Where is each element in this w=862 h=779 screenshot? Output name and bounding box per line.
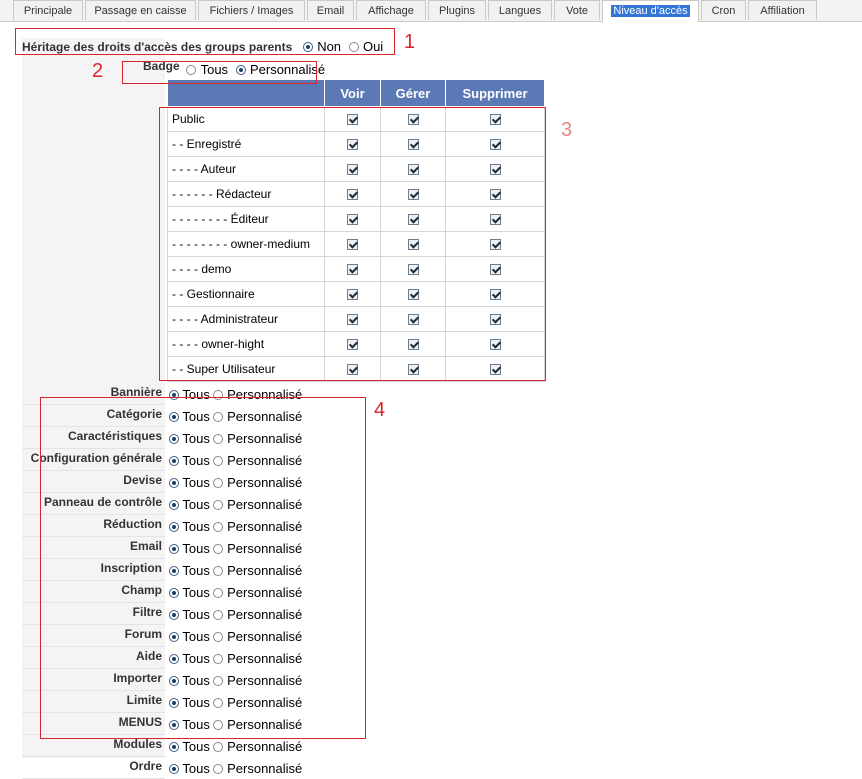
annotation-number-3: 3	[561, 119, 573, 141]
tab-principale[interactable]: Principale	[13, 0, 83, 20]
tab-affichage[interactable]: Affichage	[356, 0, 426, 20]
tab-passage-en-caisse[interactable]: Passage en caisse	[85, 0, 196, 20]
tab-fichiers-images[interactable]: Fichiers / Images	[198, 0, 305, 20]
grid-header-voir: Voir	[324, 79, 381, 107]
permission-all-label: Tous	[182, 739, 210, 754]
permission-label: Modules	[113, 737, 162, 751]
tab-label: Plugins	[438, 5, 476, 17]
tab-label: Passage en caisse	[94, 5, 187, 17]
tab-vote[interactable]: Vote	[554, 0, 600, 20]
tab-label: Email	[316, 5, 345, 17]
permission-all-radio[interactable]	[169, 764, 179, 774]
tab-langues[interactable]: Langues	[488, 0, 552, 20]
permission-all-radio[interactable]	[169, 742, 179, 752]
tab-label: Langues	[498, 5, 542, 17]
permission-custom-radio[interactable]	[213, 742, 224, 752]
grid-header-gerer: Gérer	[380, 79, 446, 107]
tab-label: Cron	[711, 5, 736, 17]
annotation-box-1	[15, 28, 395, 55]
permission-custom-radio[interactable]	[213, 764, 224, 774]
annotation-number-1: 1	[404, 31, 416, 53]
annotation-number-4: 4	[374, 399, 386, 421]
tab-email[interactable]: Email	[307, 0, 354, 20]
permission-label: Ordre	[129, 759, 162, 773]
tab-affiliation[interactable]: Affiliation	[748, 0, 817, 20]
tab-label: Fichiers / Images	[209, 5, 294, 17]
tab-cron[interactable]: Cron	[701, 0, 746, 20]
annotation-box-3	[159, 107, 546, 381]
permission-custom-label: Personnalisé	[227, 739, 303, 754]
annotation-box-2	[122, 61, 317, 84]
grid-header-supprimer: Supprimer	[445, 79, 545, 107]
tab-label: Affiliation	[760, 5, 805, 17]
tab-bar: Principale Passage en caisse Fichiers / …	[0, 0, 862, 22]
tab-label: Principale	[23, 5, 73, 17]
permission-row: Ordre Tous Personnalisé	[0, 757, 862, 779]
tab-label: Vote	[565, 5, 589, 17]
permission-options: Tous Personnalisé	[169, 739, 302, 754]
tab-label: Niveau d'accès	[611, 5, 690, 17]
tab-plugins[interactable]: Plugins	[428, 0, 486, 20]
tab-label: Affichage	[368, 5, 414, 17]
annotation-number-2: 2	[92, 60, 104, 82]
tab-niveau-acces[interactable]: Niveau d'accès	[602, 0, 699, 22]
annotation-box-4	[40, 397, 366, 739]
